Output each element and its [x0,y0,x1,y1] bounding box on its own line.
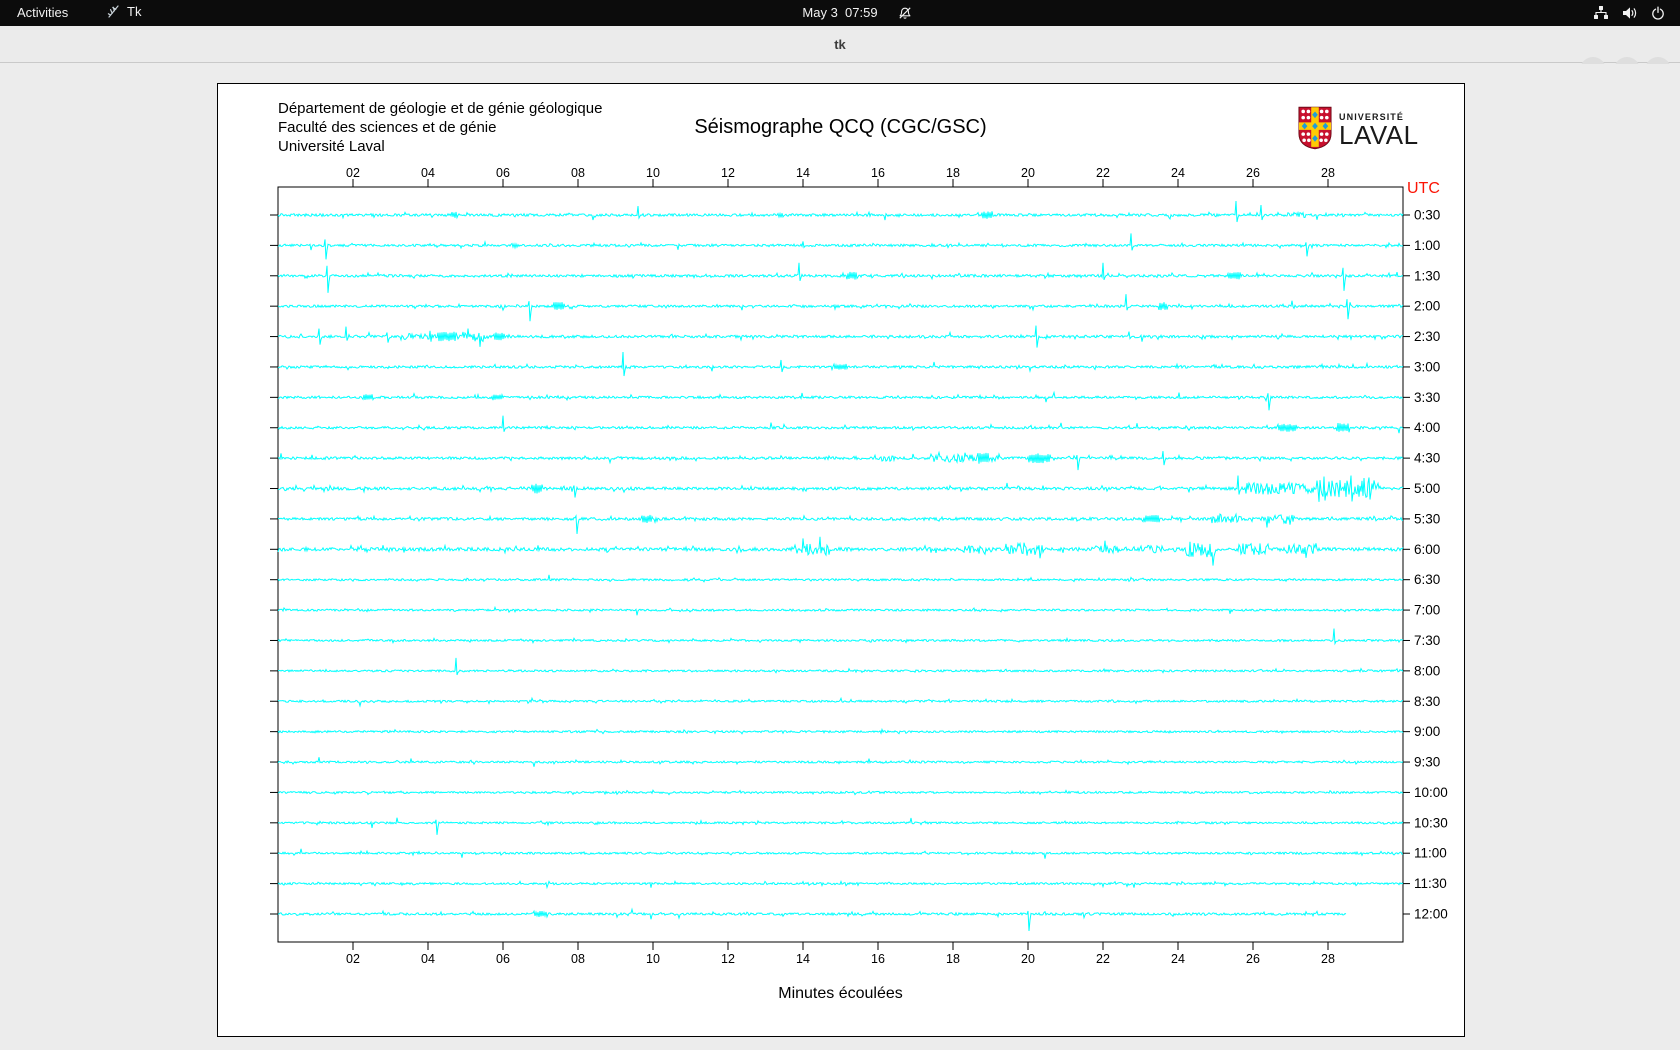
x-tick-label-top: 12 [721,166,735,180]
row-time-label: 1:30 [1414,268,1440,283]
x-tick-label-bottom: 20 [1021,952,1035,966]
x-tick-label-bottom: 24 [1171,952,1185,966]
row-time-label: 12:00 [1414,906,1448,921]
seismogram-trace [277,294,1404,322]
x-tick-label-top: 28 [1321,166,1335,180]
window-content: Département de géologie et de génie géol… [0,64,1680,1050]
row-time-label: 7:00 [1414,603,1440,618]
row-time-label: 4:00 [1414,420,1440,435]
x-tick-label-top: 22 [1096,166,1110,180]
row-time-label: 2:00 [1414,299,1440,314]
row-time-label: 3:00 [1414,359,1440,374]
row-time-label: 6:30 [1414,572,1440,587]
x-tick-label-bottom: 04 [421,952,435,966]
x-tick-label-top: 04 [421,166,435,180]
row-time-label: 7:30 [1414,633,1440,648]
seismogram-trace [277,233,1404,260]
x-tick-label-bottom: 16 [871,952,885,966]
row-time-label: 8:00 [1414,663,1440,678]
system-status-area[interactable] [1593,5,1665,20]
seismogram-trace [277,390,1404,411]
seismogram-trace [277,200,1404,223]
x-tick-label-top: 26 [1246,166,1260,180]
row-time-label: 6:00 [1414,542,1440,557]
row-time-label: 1:00 [1414,238,1440,253]
clock[interactable]: May 3 07:59 [0,5,1680,20]
x-tick-label-bottom: 26 [1246,952,1260,966]
x-tick-label-bottom: 22 [1096,952,1110,966]
wired-network-icon [1593,5,1609,20]
plot-frame [277,186,1404,943]
bell-muted-icon [898,6,912,20]
seismogram-trace [277,696,1404,708]
seismogram-trace [277,817,1404,835]
x-tick-label-top: 06 [496,166,510,180]
row-time-label: 2:30 [1414,329,1440,344]
seismogram-plot: 02 02 04 04 06 06 08 08 10 10 12 12 14 14 16 16 18 18 20 20… [270,166,1448,966]
seismogram-trace [277,907,1347,932]
x-tick-label-bottom: 08 [571,952,585,966]
seismogram-trace [277,848,1404,859]
seismogram-trace [277,475,1404,502]
window-title: tk [834,37,846,52]
row-time-label: 5:00 [1414,481,1440,496]
seismogram-trace [277,605,1404,616]
top-bar: Activities Tk May 3 07:59 [0,0,1680,26]
seismogram-trace [277,415,1404,434]
x-tick-label-top: 02 [346,166,360,180]
speaker-icon [1622,6,1638,20]
seismogram-trace [277,325,1403,348]
power-icon [1651,6,1665,20]
x-tick-label-bottom: 18 [946,952,960,966]
x-tick-label-top: 08 [571,166,585,180]
x-tick-label-top: 24 [1171,166,1185,180]
x-tick-label-top: 14 [796,166,810,180]
seismogram-trace [277,880,1404,890]
row-time-label: 8:30 [1414,694,1440,709]
seismogram-trace [277,657,1404,676]
seismogram-trace [277,574,1404,583]
seismogram-trace [277,351,1404,377]
seismogram-trace [277,628,1404,646]
row-time-label: 11:30 [1414,876,1447,891]
x-tick-label-top: 18 [946,166,960,180]
seismogram-trace [277,789,1404,796]
x-tick-label-bottom: 12 [721,952,735,966]
row-time-label: 3:30 [1414,390,1440,405]
x-tick-label-bottom: 10 [646,952,660,966]
seismogram-trace [277,512,1403,534]
x-axis-title: Minutes écoulées [778,985,903,1002]
window-title-bar: tk [0,26,1680,83]
x-tick-label-bottom: 28 [1321,952,1335,966]
seismogram-trace [277,727,1404,735]
seismogram-trace [277,536,1404,566]
row-time-label: 9:30 [1414,755,1440,770]
x-tick-label-top: 10 [646,166,660,180]
x-tick-label-bottom: 14 [796,952,810,966]
row-time-label: 10:00 [1414,785,1448,800]
seismograph-canvas: Département de géologie et de génie géol… [217,83,1465,1037]
x-tick-label-bottom: 02 [346,952,360,966]
x-tick-label-top: 20 [1021,166,1035,180]
x-tick-label-bottom: 06 [496,952,510,966]
seismogram-trace [277,757,1404,767]
x-tick-label-top: 16 [871,166,885,180]
row-time-label: 9:00 [1414,724,1440,739]
row-time-label: 10:30 [1414,815,1448,830]
seismogram-trace [277,262,1403,293]
row-time-label: 0:30 [1414,208,1440,223]
seismogram-trace [278,450,1404,471]
row-time-label: 4:30 [1414,451,1440,466]
row-time-label: 5:30 [1414,511,1440,526]
row-time-label: 11:00 [1414,846,1447,861]
